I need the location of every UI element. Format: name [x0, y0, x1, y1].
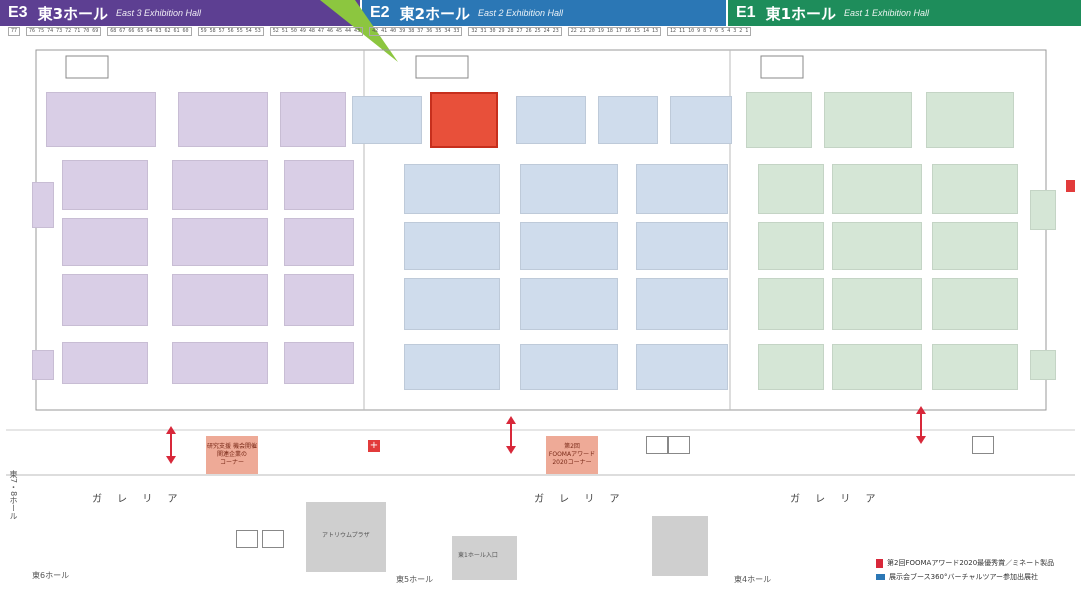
- restroom-icon: [972, 436, 994, 454]
- booth-e3[interactable]: [172, 342, 268, 384]
- booth-e1[interactable]: [832, 344, 922, 390]
- booth-e3[interactable]: [284, 160, 354, 210]
- hall-header-e2: E2 東2ホール East 2 Exhibition Hall: [362, 0, 726, 26]
- booth-e1[interactable]: [932, 222, 1018, 270]
- hall-name-en: East 1 Exhibition Hall: [844, 8, 930, 18]
- exit-hall-6[interactable]: 東6ホール: [32, 570, 69, 581]
- legend-text: 第2回FOOMAアワード2020最優秀賞／ミネート製品: [887, 559, 1055, 567]
- booth-e2[interactable]: [520, 278, 618, 330]
- booth-e3[interactable]: [280, 92, 346, 147]
- galleria-label: ガ レ リ ア: [534, 494, 626, 505]
- booth-e3[interactable]: [284, 218, 354, 266]
- booth-e3[interactable]: [178, 92, 268, 147]
- hall-name-jp: 東3ホール: [37, 4, 109, 23]
- virtual-tour-icon: [876, 574, 885, 580]
- booth-e2[interactable]: [520, 164, 618, 214]
- booth-e2[interactable]: [520, 222, 618, 270]
- booth-e1[interactable]: [758, 344, 824, 390]
- booth-e1[interactable]: [758, 164, 824, 214]
- booth-e1[interactable]: [832, 222, 922, 270]
- booth-e3[interactable]: [46, 92, 156, 147]
- passage-arrow-icon: [166, 426, 176, 464]
- legend-award: 第2回FOOMAアワード2020最優秀賞／ミネート製品: [876, 558, 1054, 568]
- galleria-label: ガ レ リ ア: [790, 494, 882, 505]
- booth-e2[interactable]: [404, 164, 500, 214]
- booth-e2[interactable]: [636, 222, 728, 270]
- booth-e1[interactable]: [932, 278, 1018, 330]
- booth-e2[interactable]: [404, 344, 500, 390]
- corner-fooma-award[interactable]: 第2回 FOOMAアワード 2020コーナー: [546, 436, 598, 474]
- booth-e1[interactable]: [832, 164, 922, 214]
- booth-highlighted[interactable]: [430, 92, 498, 148]
- booth-e3[interactable]: [32, 350, 54, 380]
- atrium-plaza-label: アトリウムプラザ: [322, 532, 370, 539]
- floor-map: 研究支援 機会開催 関連企業の コーナー 第2回 FOOMAアワード 2020コ…: [6, 40, 1075, 595]
- booth-e3[interactable]: [284, 274, 354, 326]
- restroom-icon: [646, 436, 668, 454]
- galleria-label: ガ レ リ ア: [92, 494, 184, 505]
- hall-name-en: East 2 Exhibition Hall: [478, 8, 564, 18]
- booth-e1[interactable]: [824, 92, 912, 148]
- booth-e1[interactable]: [832, 278, 922, 330]
- booth-e2[interactable]: [404, 278, 500, 330]
- hall-name-jp: 東2ホール: [399, 4, 471, 23]
- restroom-icon: [236, 530, 258, 548]
- booth-e3[interactable]: [62, 218, 148, 266]
- booth-e2[interactable]: [520, 344, 618, 390]
- entrance-label: 東1ホール入口: [458, 552, 498, 559]
- booth-e1[interactable]: [1030, 350, 1056, 380]
- booth-e3[interactable]: [62, 342, 148, 384]
- booth-e3[interactable]: [172, 218, 268, 266]
- restroom-icon: [668, 436, 690, 454]
- booth-e1[interactable]: [1030, 190, 1056, 230]
- booth-e1[interactable]: [746, 92, 812, 148]
- legend-virtual-tour: 展示会ブース360°バーチャルツアー参加出展社: [876, 572, 1038, 582]
- corner-research-support[interactable]: 研究支援 機会開催 関連企業の コーナー: [206, 436, 258, 474]
- hall-name-en: East 3 Exhibition Hall: [116, 8, 202, 18]
- exit-hall-7-8[interactable]: 東7・8ホール: [8, 470, 19, 520]
- booth-e2[interactable]: [598, 96, 658, 144]
- exit-hall-4[interactable]: 東4ホール: [734, 574, 771, 585]
- booth-e3[interactable]: [62, 160, 148, 210]
- booth-number-ruler: 77 76 75 74 73 72 71 70 69 68 67 66 65 64 …: [8, 27, 1073, 36]
- passage-arrow-icon: [506, 416, 516, 454]
- hall-header-e3: E3 東3ホール East 3 Exhibition Hall: [0, 0, 360, 26]
- legend-text: 展示会ブース360°バーチャルツアー参加出展社: [889, 573, 1039, 581]
- booth-e3[interactable]: [172, 160, 268, 210]
- booth-e2[interactable]: [516, 96, 586, 144]
- booth-e3[interactable]: [62, 274, 148, 326]
- booth-e1[interactable]: [758, 222, 824, 270]
- booth-e1[interactable]: [932, 164, 1018, 214]
- booth-e2[interactable]: [636, 278, 728, 330]
- hall-code: E3: [8, 4, 28, 21]
- info-icon: [1066, 180, 1075, 192]
- booth-e2[interactable]: [636, 164, 728, 214]
- booth-e3[interactable]: [284, 342, 354, 384]
- booth-e2[interactable]: [636, 344, 728, 390]
- booth-e3[interactable]: [32, 182, 54, 228]
- hall-code: E1: [736, 4, 756, 21]
- booth-e1[interactable]: [758, 278, 824, 330]
- exit-hall-5[interactable]: 東5ホール: [396, 574, 433, 585]
- booth-e3[interactable]: [172, 274, 268, 326]
- booth-e1[interactable]: [932, 344, 1018, 390]
- passage-arrow-icon: [916, 406, 926, 444]
- award-icon: [876, 558, 883, 568]
- booth-e1[interactable]: [926, 92, 1014, 148]
- booth-e2[interactable]: [352, 96, 422, 144]
- hall-header-e1: E1 東1ホール East 1 Exhibition Hall: [728, 0, 1081, 26]
- booth-e2[interactable]: [670, 96, 732, 144]
- hall-name-jp: 東1ホール: [765, 4, 837, 23]
- booth-e2[interactable]: [404, 222, 500, 270]
- first-aid-icon: +: [368, 440, 380, 452]
- restroom-icon: [262, 530, 284, 548]
